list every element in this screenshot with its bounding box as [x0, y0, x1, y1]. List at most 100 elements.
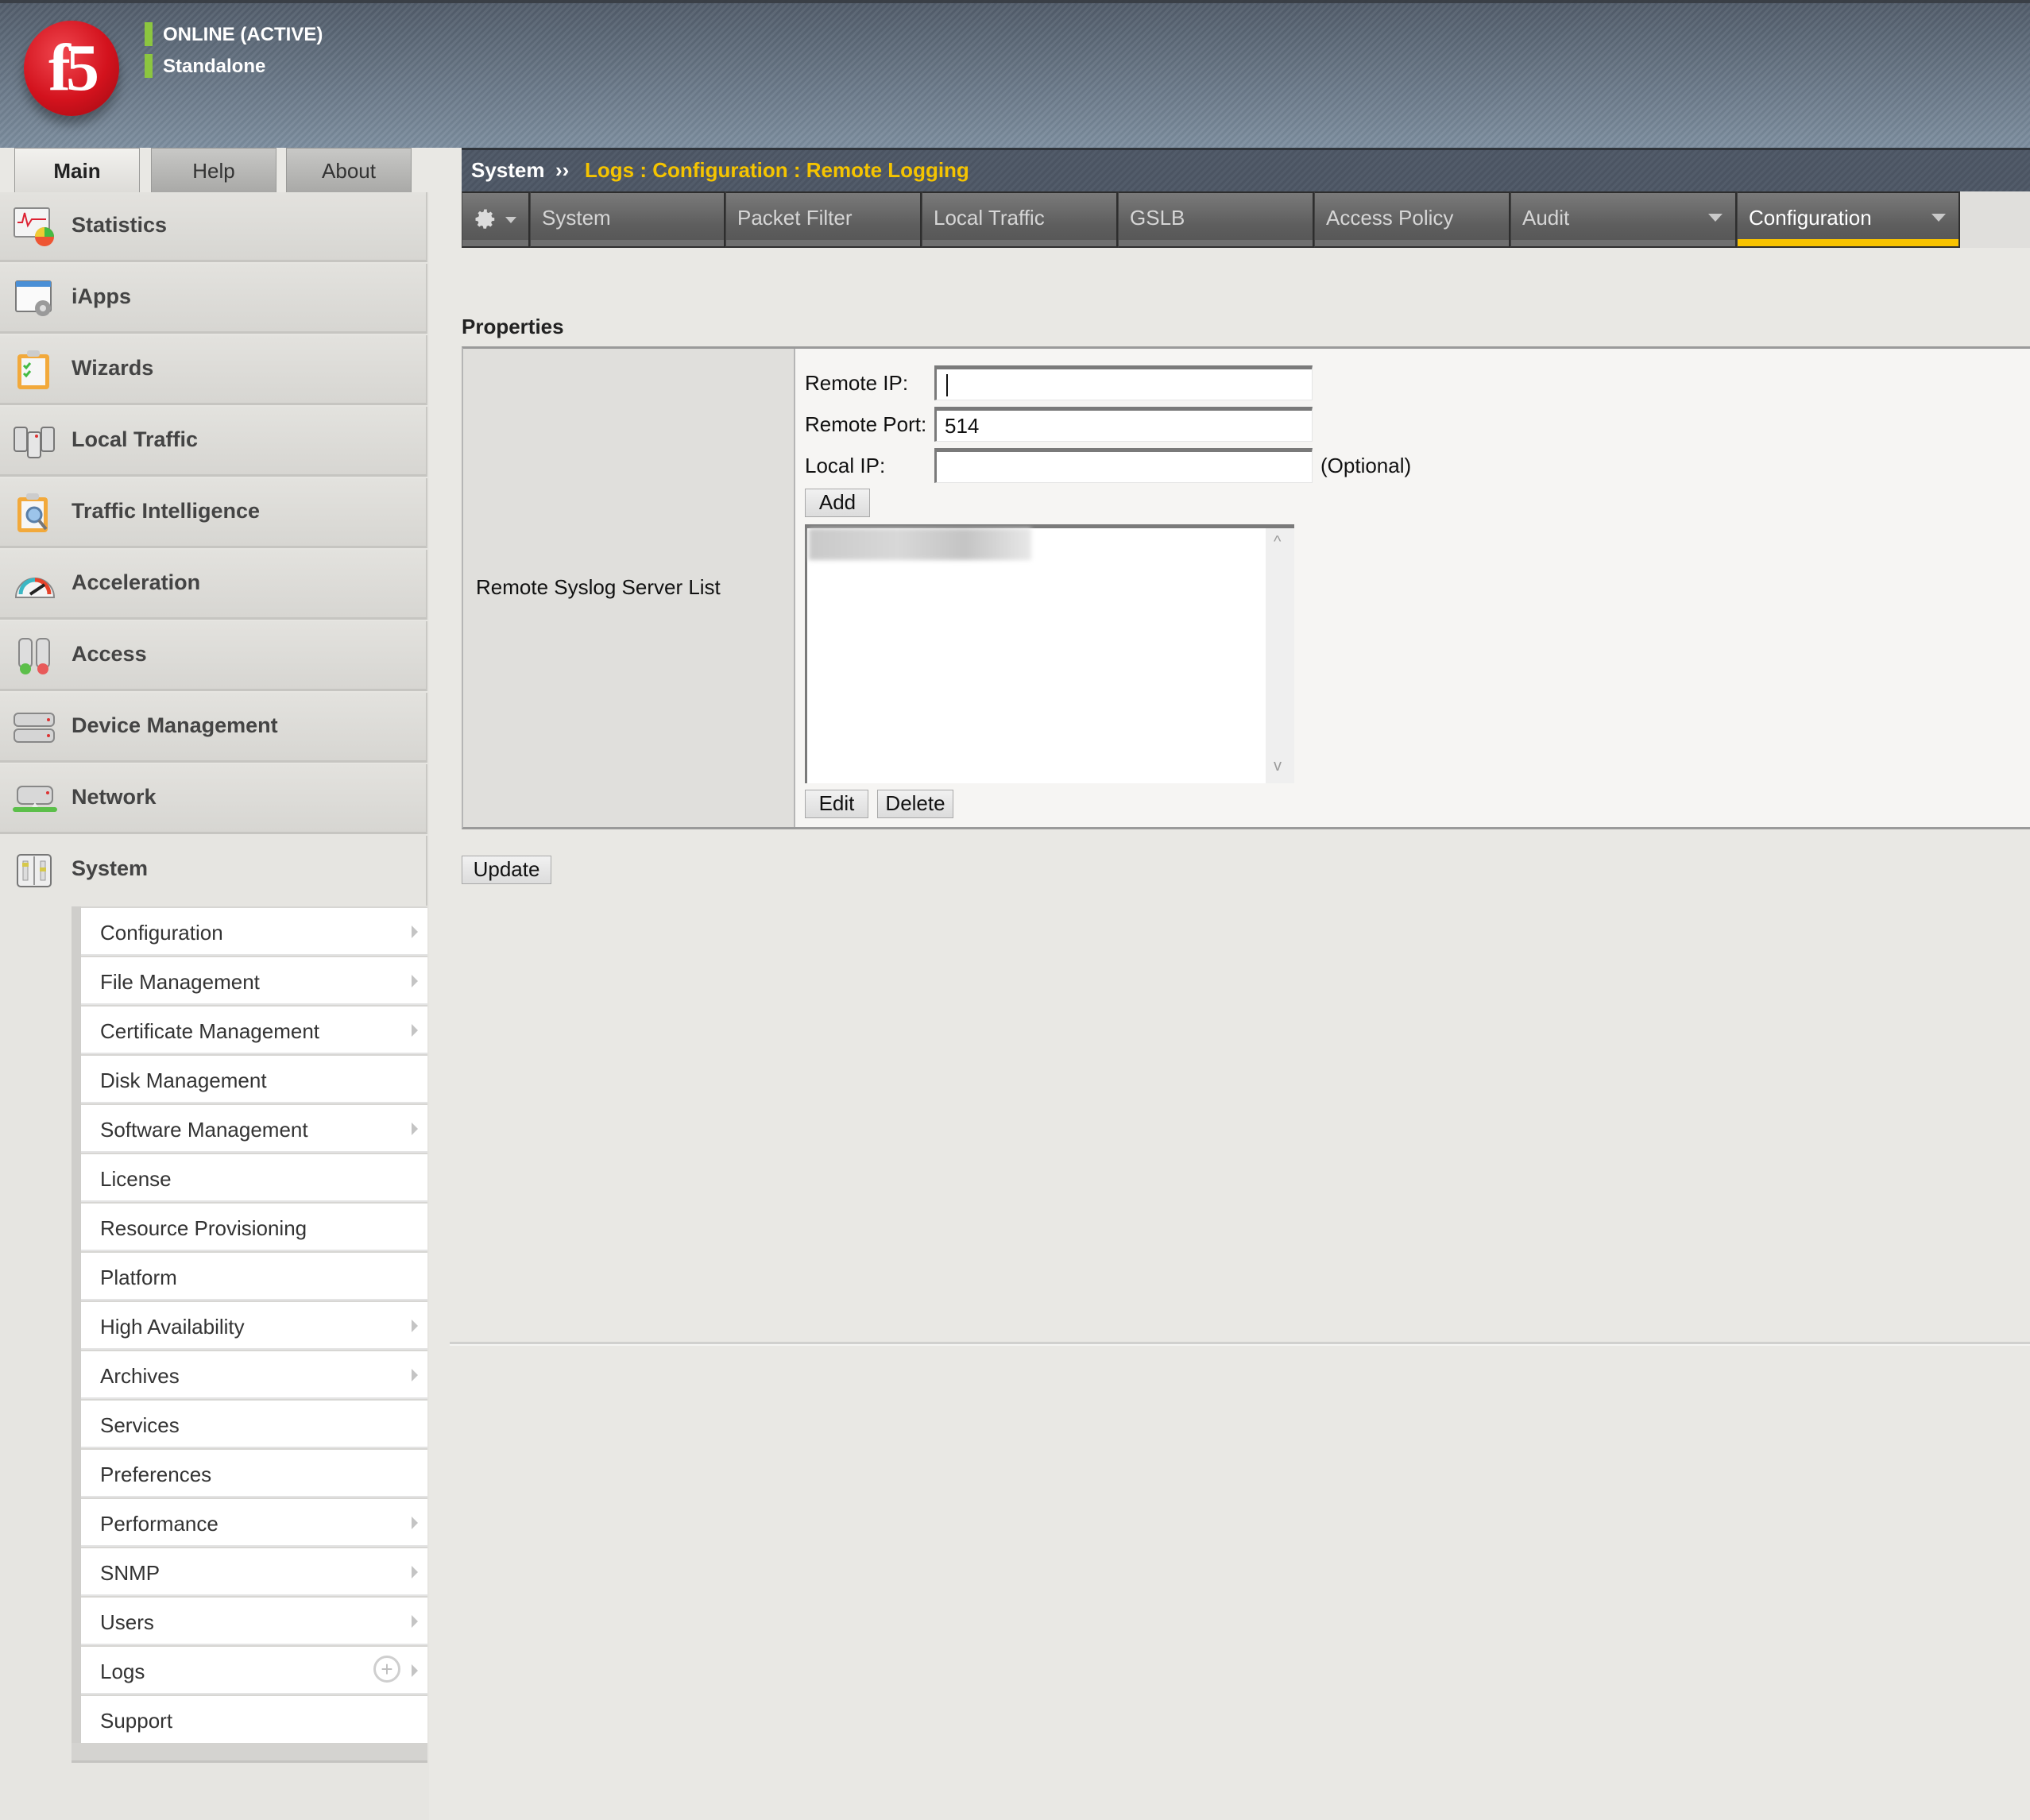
sidebar-item-device-management[interactable]: Device Management — [0, 693, 427, 763]
submenu-item-software-management[interactable]: Software Management — [81, 1105, 427, 1153]
submenu-item-label: Configuration — [100, 921, 223, 945]
tab-underline — [1119, 240, 1313, 246]
device-management-icon — [14, 713, 55, 743]
submenu-item-platform[interactable]: Platform — [81, 1253, 427, 1300]
submenu-item-support[interactable]: Support — [81, 1696, 427, 1744]
edit-button[interactable]: Edit — [805, 790, 868, 818]
update-button[interactable]: Update — [462, 856, 551, 884]
submenu-item-license[interactable]: License — [81, 1154, 427, 1202]
sidebar-item-wizards[interactable]: Wizards — [0, 335, 427, 405]
local-ip-label: Local IP: — [805, 454, 886, 477]
listbox-scrollbar[interactable]: ^ v — [1266, 528, 1294, 783]
device-mode: Standalone — [163, 56, 266, 77]
access-icon — [18, 638, 50, 674]
sidebar-item-label: Traffic Intelligence — [72, 499, 261, 523]
navtab-system[interactable]: System — [530, 191, 725, 248]
submenu-item-users[interactable]: Users — [81, 1598, 427, 1645]
sidebar-item-acceleration[interactable]: Acceleration — [0, 550, 427, 620]
tab-main[interactable]: Main — [14, 148, 140, 194]
scroll-down-icon[interactable]: v — [1274, 757, 1282, 775]
navtab-label: Configuration — [1749, 206, 1872, 230]
tab-underline — [726, 240, 920, 246]
submenu-item-performance[interactable]: Performance — [81, 1499, 427, 1547]
submenu-item-file-management[interactable]: File Management — [81, 957, 427, 1005]
submenu-item-label: Archives — [100, 1364, 180, 1388]
local-ip-input[interactable] — [934, 448, 1313, 483]
server-list-item[interactable]: [redacted] — [809, 528, 1031, 560]
sidebar-item-label: Access — [72, 642, 147, 666]
submenu-item-configuration[interactable]: Configuration — [81, 908, 427, 956]
submenu-footer — [72, 1743, 427, 1763]
status-indicator-online — [145, 22, 153, 46]
local-ip-optional-hint: (Optional) — [1320, 454, 1412, 477]
submenu-item-label: Logs — [100, 1660, 145, 1683]
network-icon — [13, 786, 57, 812]
submenu-item-label: Disk Management — [100, 1068, 267, 1092]
tab-help[interactable]: Help — [151, 148, 276, 192]
sidebar-item-label: Statistics — [72, 213, 168, 237]
gear-icon — [475, 209, 495, 229]
breadcrumb-root[interactable]: System — [471, 158, 545, 183]
submenu-item-certificate-management[interactable]: Certificate Management — [81, 1007, 427, 1054]
tab-underline — [462, 240, 528, 246]
navtab-label: GSLB — [1130, 206, 1185, 230]
acceleration-icon — [14, 578, 56, 598]
submenu-item-services[interactable]: Services — [81, 1401, 427, 1448]
tab-underline — [1511, 240, 1735, 246]
submenu-item-disk-management[interactable]: Disk Management — [81, 1056, 427, 1103]
chevron-right-icon — [412, 1024, 418, 1037]
chevron-right-icon — [412, 1566, 418, 1578]
section-title: Properties — [462, 315, 564, 338]
navtab-configuration[interactable]: Configuration — [1737, 191, 1960, 248]
tab-underline — [1315, 240, 1509, 246]
submenu-item-archives[interactable]: Archives — [81, 1351, 427, 1399]
submenu-item-logs[interactable]: Logs + — [81, 1647, 427, 1694]
sidebar-item-label: Wizards — [72, 356, 154, 380]
submenu-item-label: Platform — [100, 1265, 177, 1289]
chevron-right-icon — [412, 1517, 418, 1529]
wizards-icon — [17, 350, 49, 389]
navtab-audit[interactable]: Audit — [1510, 191, 1737, 248]
sidebar-item-iapps[interactable]: iApps — [0, 264, 427, 334]
submenu-item-resource-provisioning[interactable]: Resource Provisioning — [81, 1204, 427, 1251]
local-traffic-icon — [14, 427, 55, 458]
remote-ip-input[interactable] — [934, 365, 1313, 400]
submenu-item-snmp[interactable]: SNMP — [81, 1548, 427, 1596]
gear-menu-button[interactable] — [462, 191, 530, 248]
submenu-item-preferences[interactable]: Preferences — [81, 1450, 427, 1497]
scroll-up-icon[interactable]: ^ — [1274, 533, 1281, 551]
device-status: ONLINE (ACTIVE) — [163, 24, 323, 45]
chevron-down-icon — [505, 217, 516, 223]
delete-button[interactable]: Delete — [877, 790, 953, 818]
sidebar-item-local-traffic[interactable]: Local Traffic — [0, 407, 427, 477]
sidebar-item-network[interactable]: Network — [0, 764, 427, 834]
navtab-gslb[interactable]: GSLB — [1118, 191, 1314, 248]
f5-logo: f5 — [24, 21, 119, 116]
remote-ip-label: Remote IP: — [805, 371, 909, 395]
navtab-access-policy[interactable]: Access Policy — [1314, 191, 1510, 248]
remote-syslog-server-listbox[interactable]: [redacted] ^ v — [805, 524, 1294, 783]
navtab-packet-filter[interactable]: Packet Filter — [725, 191, 922, 248]
system-icon — [17, 854, 52, 887]
add-button[interactable]: Add — [805, 489, 870, 517]
navtab-label: Packet Filter — [737, 206, 853, 230]
sidebar-item-label: System — [72, 856, 149, 880]
chevron-right-icon — [412, 1664, 418, 1677]
sidebar-item-label: iApps — [72, 284, 132, 308]
submenu-item-label: Support — [100, 1709, 173, 1733]
sidebar-item-label: Device Management — [72, 713, 278, 737]
chevron-right-icon — [412, 925, 418, 938]
sidebar-item-system[interactable]: System — [0, 836, 427, 906]
remote-port-input[interactable] — [934, 407, 1313, 442]
breadcrumb-separator: ›› — [555, 158, 570, 182]
sidebar-item-statistics[interactable]: Statistics — [0, 192, 427, 262]
sidebar-item-access[interactable]: Access — [0, 621, 427, 691]
submenu-item-high-availability[interactable]: High Availability — [81, 1302, 427, 1350]
navtab-local-traffic[interactable]: Local Traffic — [922, 191, 1118, 248]
text-cursor — [946, 374, 948, 396]
chevron-right-icon — [412, 1615, 418, 1628]
add-circle-icon[interactable]: + — [373, 1656, 400, 1683]
submenu-item-label: Certificate Management — [100, 1019, 320, 1043]
sidebar-item-traffic-intelligence[interactable]: Traffic Intelligence — [0, 478, 427, 548]
tab-about[interactable]: About — [286, 148, 412, 192]
